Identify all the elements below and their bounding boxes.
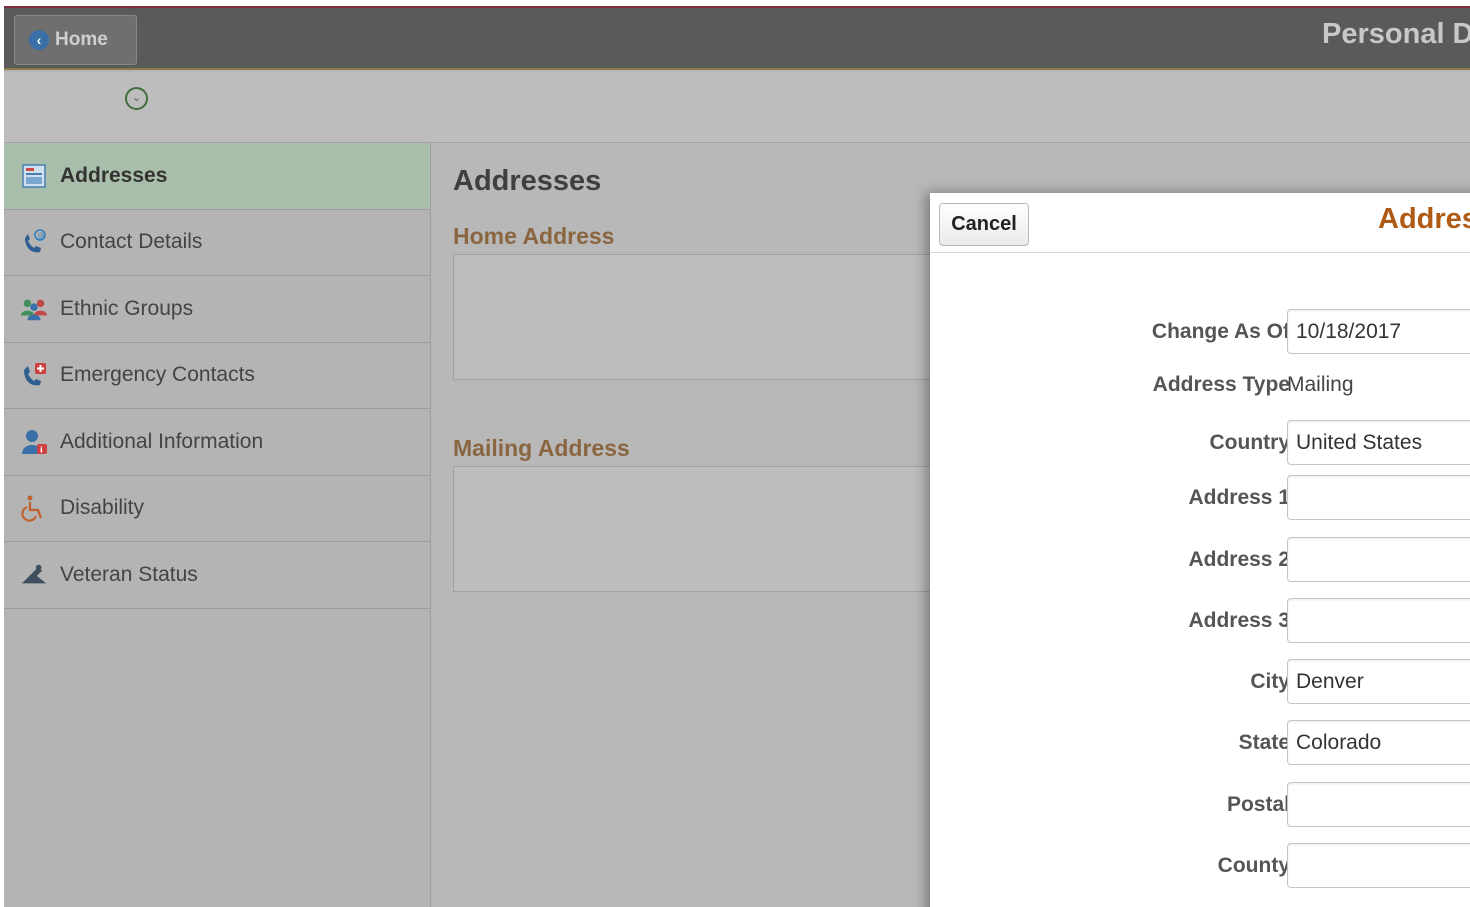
wheelchair-icon — [20, 494, 48, 522]
address-card-icon — [20, 162, 48, 190]
sidebar-item-label: Emergency Contacts — [60, 363, 255, 387]
phone-emergency-icon — [20, 361, 48, 389]
address-type-value: Mailing — [1287, 373, 1354, 396]
sidebar-item-addresses[interactable]: Addresses — [4, 143, 430, 210]
home-button[interactable]: ‹ Home — [14, 15, 137, 65]
main-heading: Addresses — [453, 165, 602, 197]
modal-title: Addres — [1378, 203, 1470, 235]
address-type-label: Address Type — [1152, 373, 1290, 396]
home-address-title: Home Address — [453, 223, 615, 249]
address2-input[interactable] — [1287, 537, 1470, 582]
veteran-salute-icon — [20, 561, 48, 589]
address3-input[interactable] — [1287, 598, 1470, 643]
sidebar-item-ethnic-groups[interactable]: Ethnic Groups — [4, 276, 430, 343]
state-input[interactable]: Colorado — [1287, 720, 1470, 765]
page-title: Personal D — [1322, 18, 1470, 50]
change-as-of-label: Change As Of — [1151, 320, 1290, 343]
person-info-icon: i — [20, 428, 48, 456]
county-input[interactable] — [1287, 843, 1470, 888]
svg-text:@: @ — [38, 232, 45, 240]
home-address-box[interactable] — [453, 254, 973, 380]
postal-input[interactable] — [1287, 782, 1470, 827]
address3-label: Address 3 — [1188, 609, 1290, 632]
sidebar-item-veteran-status[interactable]: Veteran Status — [4, 542, 430, 609]
chevron-down-circle-icon[interactable]: ⌄ — [125, 87, 148, 110]
city-label: City — [1250, 670, 1290, 693]
country-label: Country — [1209, 431, 1291, 454]
cancel-button[interactable]: Cancel — [939, 203, 1029, 246]
sidebar-item-emergency-contacts[interactable]: Emergency Contacts — [4, 343, 430, 409]
sidebar: Addresses @ Contact Details Ethnic Group… — [4, 143, 431, 907]
svg-text:i: i — [40, 445, 43, 454]
sidebar-item-label: Disability — [60, 496, 145, 520]
phone-email-icon: @ — [20, 228, 48, 256]
country-input[interactable]: United States — [1287, 420, 1470, 465]
chevron-left-icon: ‹ — [29, 30, 49, 50]
sidebar-item-additional-information[interactable]: i Additional Information — [4, 409, 430, 476]
address-modal: Cancel Addres Change As Of 10/18/2017 Ad… — [930, 193, 1470, 907]
address1-input[interactable] — [1287, 475, 1470, 520]
sub-header-bar: ⌄ — [4, 72, 1470, 143]
mailing-address-box[interactable] — [453, 466, 973, 592]
city-input[interactable]: Denver — [1287, 659, 1470, 704]
mailing-address-title: Mailing Address — [453, 435, 630, 461]
county-label: County — [1217, 854, 1290, 877]
address2-label: Address 2 — [1188, 548, 1290, 571]
people-group-icon — [20, 295, 48, 323]
sidebar-item-label: Addresses — [60, 163, 168, 187]
sidebar-item-label: Contact Details — [60, 230, 203, 254]
change-as-of-input[interactable]: 10/18/2017 — [1287, 309, 1470, 354]
home-label: Home — [55, 29, 108, 50]
sidebar-item-label: Ethnic Groups — [60, 296, 194, 320]
sidebar-item-label: Additional Information — [60, 429, 264, 453]
state-label: State — [1238, 731, 1290, 754]
sidebar-item-disability[interactable]: Disability — [4, 476, 430, 542]
sidebar-item-contact-details[interactable]: @ Contact Details — [4, 210, 430, 276]
address1-label: Address 1 — [1188, 486, 1290, 509]
sidebar-item-label: Veteran Status — [60, 562, 198, 586]
top-accent-bar — [4, 0, 1470, 8]
postal-label: Postal — [1226, 793, 1290, 816]
header-banner: ‹ Home Personal D — [4, 8, 1470, 70]
modal-header: Cancel Addres — [930, 193, 1470, 253]
